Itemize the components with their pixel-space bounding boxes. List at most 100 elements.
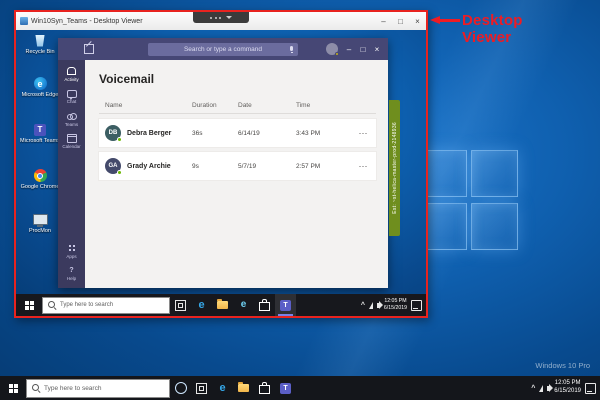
start-button[interactable] xyxy=(16,294,42,316)
rail-item-activity[interactable]: Activity xyxy=(58,67,85,82)
help-icon: ? xyxy=(69,267,73,274)
search-placeholder: Type here to search xyxy=(60,302,113,308)
volume-icon[interactable] xyxy=(547,386,550,391)
host-desktop: Windows 10 Pro Win10Syn_Teams - Desktop … xyxy=(0,0,600,400)
remote-search-box[interactable]: Type here to search xyxy=(42,297,170,314)
user-avatar[interactable] xyxy=(326,43,338,55)
avatar: GA xyxy=(105,158,121,174)
edge-icon xyxy=(241,300,247,310)
teams-maximize-button[interactable]: □ xyxy=(356,45,370,54)
voicemail-row[interactable]: DB Debra Berger 36s 6/14/19 3:43 PM ⋯ xyxy=(99,119,376,147)
voicemail-row[interactable]: GA Grady Archie 9s 5/7/19 2:57 PM ⋯ xyxy=(99,152,376,180)
more-options-icon[interactable]: ⋯ xyxy=(356,161,370,172)
microphone-icon[interactable] xyxy=(290,46,293,51)
desktop-viewer-window: Win10Syn_Teams - Desktop Viewer – □ × Re… xyxy=(14,10,428,318)
network-icon[interactable] xyxy=(369,302,373,309)
action-center-icon[interactable] xyxy=(411,300,422,311)
teams-taskbar-button[interactable] xyxy=(275,294,296,316)
voicemail-table-header: Name Duration Date Time xyxy=(99,102,376,114)
action-center-icon[interactable] xyxy=(585,383,596,394)
rail-item-chat[interactable]: Chat xyxy=(58,90,85,105)
cortana-icon xyxy=(175,382,187,394)
teams-close-button[interactable]: × xyxy=(370,45,384,54)
clock[interactable]: 12:05 PM 6/15/2019 xyxy=(554,380,581,396)
browser-button[interactable] xyxy=(233,294,254,316)
search-placeholder: Type here to search xyxy=(44,385,101,392)
desktop-icon-label: Microsoft Edge xyxy=(18,92,62,98)
viewer-title: Win10Syn_Teams - Desktop Viewer xyxy=(31,18,143,25)
annotation-label: Desktop Viewer xyxy=(462,12,544,47)
host-system-tray: ^ 12:05 PM 6/15/2019 xyxy=(531,376,600,400)
windows-logo-icon xyxy=(9,384,18,393)
remote-desktop: Recycle Bin Microsoft Edge Microsoft Tea… xyxy=(16,30,426,294)
file-explorer-button[interactable] xyxy=(233,376,254,400)
col-header-time: Time xyxy=(296,102,356,109)
viewer-app-icon xyxy=(20,17,28,25)
desktop-icon-label: ProcMon xyxy=(18,228,62,234)
citrix-toolbar-grip[interactable] xyxy=(193,12,249,23)
task-view-button[interactable] xyxy=(191,376,212,400)
store-icon xyxy=(259,302,270,311)
desktop-icon-procmon[interactable]: ProcMon xyxy=(18,212,62,234)
new-chat-icon[interactable] xyxy=(84,44,94,54)
store-button[interactable] xyxy=(254,294,275,316)
teams-icon xyxy=(34,124,46,136)
teams-app-rail: Activity Chat Teams Calendar xyxy=(58,60,85,288)
desktop-icon-chrome[interactable]: Google Chrome xyxy=(18,168,62,190)
teams-minimize-button[interactable]: – xyxy=(342,45,356,54)
voicemail-panel: Voicemail Name Duration Date Time DB Deb… xyxy=(85,60,388,288)
desktop-icon-edge[interactable]: Microsoft Edge xyxy=(18,76,62,98)
desktop-icon-label: Microsoft Teams xyxy=(18,138,62,144)
cortana-button[interactable] xyxy=(170,376,191,400)
tray-expand-icon[interactable]: ^ xyxy=(531,385,535,392)
edge-taskbar-button[interactable] xyxy=(191,294,212,316)
edge-taskbar-button[interactable] xyxy=(212,376,233,400)
chrome-icon xyxy=(34,169,47,182)
duration-cell: 9s xyxy=(192,163,238,170)
network-icon[interactable] xyxy=(539,385,543,392)
task-view-button[interactable] xyxy=(170,294,191,316)
host-search-box[interactable]: Type here to search xyxy=(26,379,170,398)
store-button[interactable] xyxy=(254,376,275,400)
maximize-button[interactable]: □ xyxy=(392,12,409,30)
tray-date: 6/15/2019 xyxy=(554,388,581,396)
col-header-name: Name xyxy=(105,102,192,109)
rail-item-help[interactable]: ? Help xyxy=(58,267,85,282)
session-connection-tab[interactable]: Est: ~st-helica-master-prod-2148936 xyxy=(389,100,400,236)
bell-icon xyxy=(67,67,76,75)
desktop-icon-recycle-bin[interactable]: Recycle Bin xyxy=(18,33,62,55)
chat-icon xyxy=(67,90,77,98)
teams-titlebar[interactable]: Search or type a command – □ × xyxy=(58,38,388,60)
more-options-icon[interactable]: ⋯ xyxy=(356,128,370,139)
recycle-bin-icon xyxy=(35,35,46,47)
viewer-titlebar[interactable]: Win10Syn_Teams - Desktop Viewer – □ × xyxy=(16,12,426,31)
desktop-icon-teams[interactable]: Microsoft Teams xyxy=(18,122,62,144)
teams-icon xyxy=(280,300,291,311)
file-explorer-button[interactable] xyxy=(212,294,233,316)
start-button[interactable] xyxy=(0,376,26,400)
remote-taskbar-icons xyxy=(170,294,296,316)
clock[interactable]: 12:05 PM 6/15/2019 xyxy=(384,298,407,312)
apps-grid-icon xyxy=(69,245,75,251)
rail-item-teams[interactable]: Teams xyxy=(58,112,85,127)
desktop-icon-label: Recycle Bin xyxy=(18,49,62,55)
logo-pane xyxy=(471,150,518,197)
logo-pane xyxy=(471,203,518,250)
date-cell: 6/14/19 xyxy=(238,130,296,137)
rail-item-apps[interactable]: Apps xyxy=(58,244,85,259)
teams-taskbar-button[interactable] xyxy=(275,376,296,400)
tray-expand-icon[interactable]: ^ xyxy=(361,302,365,309)
caller-name: Grady Archie xyxy=(127,163,171,170)
windows-logo-icon xyxy=(25,301,34,310)
teams-icon xyxy=(280,383,291,394)
volume-icon[interactable] xyxy=(377,303,380,308)
teams-command-search[interactable]: Search or type a command xyxy=(148,43,298,56)
windows-edition-watermark: Windows 10 Pro xyxy=(535,361,590,370)
tray-date: 6/15/2019 xyxy=(384,305,407,312)
host-taskbar-icons xyxy=(170,376,296,400)
rail-item-calendar[interactable]: Calendar xyxy=(58,135,85,150)
people-icon xyxy=(67,113,77,120)
minimize-button[interactable]: – xyxy=(375,12,392,30)
close-button[interactable]: × xyxy=(409,12,426,30)
procmon-icon xyxy=(33,214,48,225)
